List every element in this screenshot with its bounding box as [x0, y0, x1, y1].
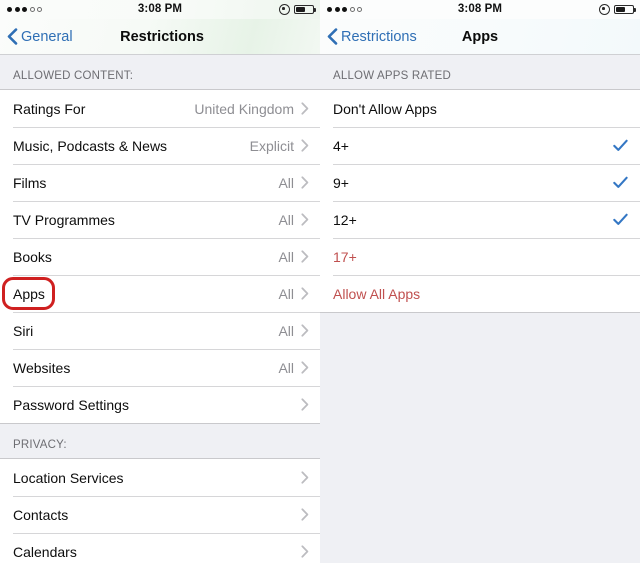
chevron-right-icon: [301, 213, 309, 226]
chevron-left-icon: [327, 28, 338, 45]
row-label: 12+: [333, 211, 357, 228]
row-label: 9+: [333, 174, 349, 191]
status-bar-time: 3:08 PM: [457, 3, 503, 15]
status-bar-time: 3:08 PM: [137, 3, 183, 15]
row-password-settings[interactable]: Password Settings: [0, 386, 320, 423]
navigation-bar-right: Restrictions Apps: [320, 19, 640, 55]
empty-table-area: [320, 313, 640, 563]
row-value: All: [278, 359, 294, 376]
row-rating-17-plus[interactable]: 17+: [320, 238, 640, 275]
row-value: All: [278, 285, 294, 302]
location-services-icon: [599, 4, 610, 15]
status-bar-left: 3:08 PM: [0, 0, 320, 19]
navigation-bar-left: General Restrictions: [0, 19, 320, 55]
row-tv-programmes[interactable]: TV Programmes All: [0, 201, 320, 238]
section-group-allow-apps-rated: Don't Allow Apps 4+ 9+ 12+ 17+ Allow All…: [320, 89, 640, 313]
status-bar-right-icons: [599, 0, 636, 19]
chevron-right-icon: [301, 250, 309, 263]
status-bar-right: 3:08 PM: [320, 0, 640, 19]
row-label: Websites: [13, 359, 71, 376]
row-value: All: [278, 322, 294, 339]
row-location-services[interactable]: Location Services: [0, 459, 320, 496]
row-allow-all-apps[interactable]: Allow All Apps: [320, 275, 640, 312]
section-group-privacy: Location Services Contacts Calendars: [0, 458, 320, 563]
chevron-right-icon: [301, 324, 309, 337]
row-dont-allow-apps[interactable]: Don't Allow Apps: [320, 90, 640, 127]
row-rating-12-plus[interactable]: 12+: [320, 201, 640, 238]
checkmark-icon: [613, 176, 628, 188]
back-button-label: Restrictions: [341, 28, 417, 45]
row-rating-9-plus[interactable]: 9+: [320, 164, 640, 201]
row-contacts[interactable]: Contacts: [0, 496, 320, 533]
checkmark-icon: [613, 213, 628, 225]
row-label: Books: [13, 248, 52, 265]
chevron-right-icon: [301, 102, 309, 115]
row-rating-4-plus[interactable]: 4+: [320, 127, 640, 164]
settings-table-left[interactable]: ALLOWED CONTENT: Ratings For United King…: [0, 55, 320, 563]
section-header-allow-apps-rated: ALLOW APPS RATED: [320, 55, 640, 89]
row-label: TV Programmes: [13, 211, 115, 228]
row-label: Siri: [13, 322, 34, 339]
row-value: United Kingdom: [194, 100, 294, 117]
row-label: Films: [13, 174, 47, 191]
row-siri[interactable]: Siri All: [0, 312, 320, 349]
back-button-label: General: [21, 28, 73, 45]
chevron-right-icon: [301, 545, 309, 558]
dual-screenshot-container: 3:08 PM General Restrictions ALLOWED CON…: [0, 0, 640, 563]
section-header-privacy: PRIVACY:: [0, 424, 320, 458]
battery-icon: [614, 4, 636, 15]
row-label: Location Services: [13, 469, 124, 486]
section-header-allowed-content: ALLOWED CONTENT:: [0, 55, 320, 89]
row-label: Allow All Apps: [333, 285, 421, 302]
status-bar-right-icons: [279, 0, 316, 19]
back-button-restrictions[interactable]: Restrictions: [327, 28, 417, 45]
row-label: 17+: [333, 248, 357, 265]
row-label: Apps: [13, 285, 45, 302]
chevron-right-icon: [301, 361, 309, 374]
row-label: Calendars: [13, 543, 77, 560]
row-value: All: [278, 211, 294, 228]
section-group-allowed-content: Ratings For United Kingdom Music, Podcas…: [0, 89, 320, 424]
row-value: Explicit: [249, 137, 294, 154]
row-label: Password Settings: [13, 396, 129, 413]
row-ratings-for[interactable]: Ratings For United Kingdom: [0, 90, 320, 127]
row-value: All: [278, 174, 294, 191]
row-label: Contacts: [13, 506, 69, 523]
battery-icon: [294, 4, 316, 15]
chevron-right-icon: [301, 287, 309, 300]
row-label: Ratings For: [13, 100, 86, 117]
back-button-general[interactable]: General: [7, 28, 73, 45]
row-websites[interactable]: Websites All: [0, 349, 320, 386]
chevron-right-icon: [301, 471, 309, 484]
settings-table-right[interactable]: ALLOW APPS RATED Don't Allow Apps 4+ 9+: [320, 55, 640, 563]
chevron-left-icon: [7, 28, 18, 45]
row-label: Music, Podcasts & News: [13, 137, 168, 154]
chevron-right-icon: [301, 176, 309, 189]
row-calendars[interactable]: Calendars: [0, 533, 320, 563]
right-screen-apps: 3:08 PM Restrictions Apps ALLOW APPS RAT…: [320, 0, 640, 563]
checkmark-icon: [613, 139, 628, 151]
row-label: 4+: [333, 137, 349, 154]
row-books[interactable]: Books All: [0, 238, 320, 275]
chevron-right-icon: [301, 139, 309, 152]
chevron-right-icon: [301, 508, 309, 521]
left-screen-restrictions: 3:08 PM General Restrictions ALLOWED CON…: [0, 0, 320, 563]
location-services-icon: [279, 4, 290, 15]
row-films[interactable]: Films All: [0, 164, 320, 201]
chevron-right-icon: [301, 398, 309, 411]
row-label: Don't Allow Apps: [333, 100, 437, 117]
row-value: All: [278, 248, 294, 265]
row-apps[interactable]: Apps All: [0, 275, 320, 312]
row-music-podcasts-news[interactable]: Music, Podcasts & News Explicit: [0, 127, 320, 164]
